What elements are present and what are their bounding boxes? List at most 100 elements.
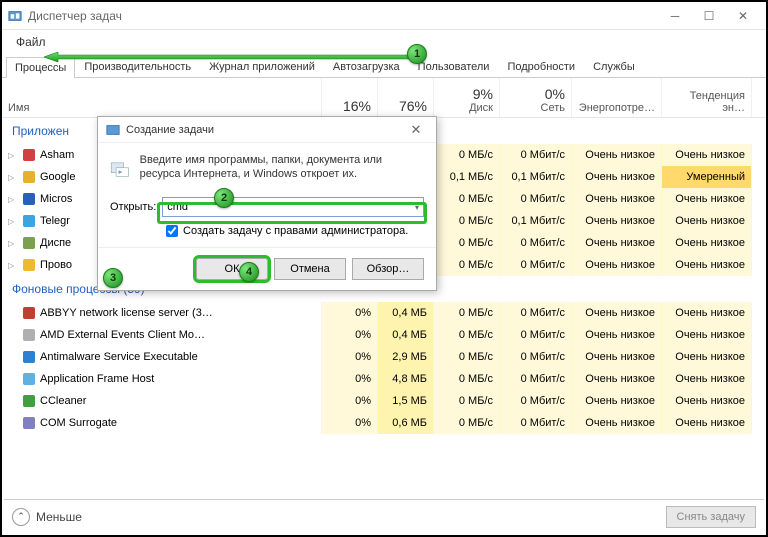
open-label: Открыть: — [110, 201, 156, 213]
dialog-title: Создание задачи — [126, 124, 404, 136]
power-cell: Очень низкое — [572, 346, 662, 368]
process-name: Micros — [40, 193, 72, 205]
trend-cell: Очень низкое — [662, 324, 752, 346]
net-cell: 0 Мбит/с — [500, 412, 572, 434]
trend-cell: Очень низкое — [662, 144, 752, 166]
chevron-down-icon: ▾ — [415, 203, 419, 212]
process-name: COM Surrogate — [40, 417, 117, 429]
cancel-button[interactable]: Отмена — [274, 258, 346, 280]
mem-cell: 1,5 МБ — [378, 390, 434, 412]
footer: ⌃ Меньше Снять задачу — [4, 499, 764, 533]
trend-cell: Очень низкое — [662, 210, 752, 232]
trend-cell: Очень низкое — [662, 346, 752, 368]
disk-cell: 0 МБ/с — [434, 210, 500, 232]
cpu-cell: 0% — [322, 324, 378, 346]
process-name: Asham — [40, 149, 74, 161]
col-cpu[interactable]: 16% — [322, 78, 378, 117]
trend-cell: Очень низкое — [662, 390, 752, 412]
expand-icon[interactable]: ▷ — [8, 195, 18, 204]
titlebar: Диспетчер задач ─ ☐ ✕ — [2, 2, 766, 30]
table-row[interactable]: AMD External Events Client Mo… 0% 0,4 МБ… — [2, 324, 766, 346]
end-task-button[interactable]: Снять задачу — [666, 506, 757, 528]
dialog-titlebar[interactable]: Создание задачи ✕ — [98, 117, 436, 143]
cpu-cell: 0% — [322, 368, 378, 390]
col-net[interactable]: 0%Сеть — [500, 78, 572, 117]
menu-file[interactable]: Файл — [10, 33, 52, 51]
disk-cell: 0 МБ/с — [434, 188, 500, 210]
table-row[interactable]: COM Surrogate 0% 0,6 МБ 0 МБ/с 0 Мбит/с … — [2, 412, 766, 434]
mem-cell: 0,4 МБ — [378, 302, 434, 324]
annotation-bubble-4: 4 — [239, 262, 259, 282]
power-cell: Очень низкое — [572, 232, 662, 254]
disk-cell: 0 МБ/с — [434, 368, 500, 390]
annotation-bubble-1: 1 — [407, 44, 427, 64]
cpu-cell: 0% — [322, 302, 378, 324]
expand-icon[interactable]: ▷ — [8, 239, 18, 248]
col-mem[interactable]: 76% — [378, 78, 434, 117]
annotation-bubble-2: 2 — [214, 188, 234, 208]
process-name: Telegr — [40, 215, 70, 227]
expand-icon[interactable]: ▷ — [8, 173, 18, 182]
fewer-toggle[interactable]: ⌃ Меньше — [12, 508, 82, 526]
dialog-icon — [106, 123, 120, 137]
power-cell: Очень низкое — [572, 254, 662, 276]
mem-cell: 0,4 МБ — [378, 324, 434, 346]
disk-cell: 0 МБ/с — [434, 324, 500, 346]
maximize-button[interactable]: ☐ — [692, 5, 726, 27]
disk-cell: 0 МБ/с — [434, 390, 500, 412]
disk-cell: 0 МБ/с — [434, 412, 500, 434]
col-power[interactable]: Энергопотре… — [572, 78, 662, 117]
process-name: ABBYY network license server (3… — [40, 307, 213, 319]
table-row[interactable]: Antimalware Service Executable 0% 2,9 МБ… — [2, 346, 766, 368]
process-name: Прово — [40, 259, 72, 271]
net-cell: 0 Мбит/с — [500, 324, 572, 346]
power-cell: Очень низкое — [572, 368, 662, 390]
mem-cell: 0,6 МБ — [378, 412, 434, 434]
col-trend[interactable]: Тенденция эн… — [662, 78, 752, 117]
power-cell: Очень низкое — [572, 302, 662, 324]
disk-cell: 0 МБ/с — [434, 254, 500, 276]
admin-label: Создать задачу с правами администратора. — [183, 225, 408, 237]
power-cell: Очень низкое — [572, 188, 662, 210]
net-cell: 0,1 Мбит/с — [500, 210, 572, 232]
mem-cell: 2,9 МБ — [378, 346, 434, 368]
net-cell: 0 Мбит/с — [500, 302, 572, 324]
table-row[interactable]: ABBYY network license server (3… 0% 0,4 … — [2, 302, 766, 324]
cpu-cell: 0% — [322, 412, 378, 434]
trend-cell: Умеренный — [662, 166, 752, 188]
menubar: Файл — [2, 30, 766, 54]
net-cell: 0 Мбит/с — [500, 368, 572, 390]
window-title: Диспетчер задач — [28, 9, 658, 23]
open-input[interactable]: cmd ▾ — [162, 197, 424, 217]
minimize-button[interactable]: ─ — [658, 5, 692, 27]
net-cell: 0 Мбит/с — [500, 232, 572, 254]
power-cell: Очень низкое — [572, 324, 662, 346]
table-row[interactable]: Application Frame Host 0% 4,8 МБ 0 МБ/с … — [2, 368, 766, 390]
browse-button[interactable]: Обзор… — [352, 258, 424, 280]
power-cell: Очень низкое — [572, 144, 662, 166]
dialog-message: Введите имя программы, папки, документа … — [140, 153, 424, 185]
dialog-close-button[interactable]: ✕ — [404, 122, 428, 138]
expand-icon[interactable]: ▷ — [8, 261, 18, 270]
tab-services[interactable]: Службы — [584, 56, 644, 77]
cpu-cell: 0% — [322, 346, 378, 368]
admin-checkbox[interactable] — [166, 225, 178, 237]
trend-cell: Очень низкое — [662, 254, 752, 276]
table-row[interactable]: CCleaner 0% 1,5 МБ 0 МБ/с 0 Мбит/с Очень… — [2, 390, 766, 412]
disk-cell: 0,1 МБ/с — [434, 166, 500, 188]
power-cell: Очень низкое — [572, 166, 662, 188]
tab-details[interactable]: Подробности — [498, 56, 584, 77]
close-button[interactable]: ✕ — [726, 5, 760, 27]
chevron-up-icon: ⌃ — [12, 508, 30, 526]
col-name[interactable]: Имя — [2, 78, 322, 117]
expand-icon[interactable]: ▷ — [8, 217, 18, 226]
trend-cell: Очень низкое — [662, 232, 752, 254]
cpu-cell: 0% — [322, 390, 378, 412]
expand-icon[interactable]: ▷ — [8, 151, 18, 160]
disk-cell: 0 МБ/с — [434, 302, 500, 324]
process-name: CCleaner — [40, 395, 86, 407]
col-disk[interactable]: 9%Диск — [434, 78, 500, 117]
trend-cell: Очень низкое — [662, 302, 752, 324]
process-name: Application Frame Host — [40, 373, 154, 385]
disk-cell: 0 МБ/с — [434, 144, 500, 166]
